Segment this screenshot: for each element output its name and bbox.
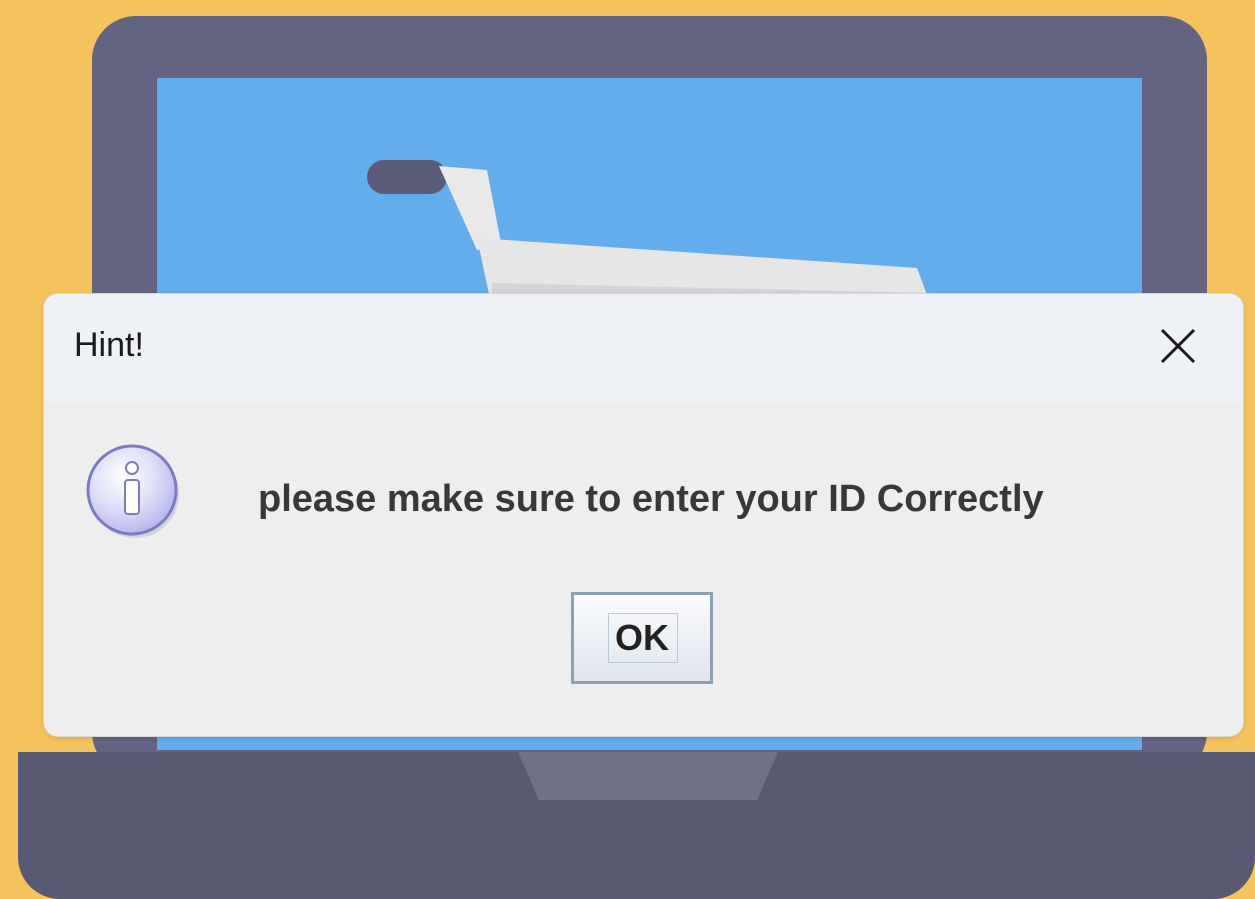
close-button[interactable] <box>1152 320 1204 372</box>
laptop-trackpad-notch <box>518 752 778 800</box>
dialog-message: please make sure to enter your ID Correc… <box>258 478 1044 520</box>
info-icon <box>86 440 182 540</box>
dialog-title: Hint! <box>74 326 144 364</box>
hint-dialog: Hint! please make sure to enter your ID … <box>44 294 1243 736</box>
ok-button-label: OK <box>615 617 669 658</box>
desktop-background: Hint! please make sure to enter your ID … <box>0 0 1255 899</box>
ok-button[interactable]: OK <box>571 592 713 684</box>
close-icon <box>1160 328 1196 364</box>
dialog-titlebar: Hint! <box>44 294 1243 402</box>
